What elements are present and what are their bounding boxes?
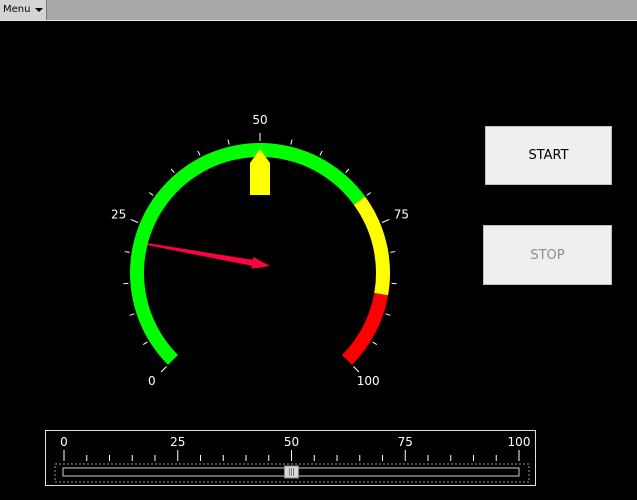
gauge-tick-20 — [124, 251, 130, 253]
gauge-tick-90 — [385, 313, 391, 316]
gauge-tick-55 — [290, 139, 293, 145]
slider-thumb[interactable] — [284, 465, 299, 479]
start-button[interactable]: START — [485, 126, 612, 185]
gauge-tick-5 — [142, 341, 148, 346]
gauge-label-50: 50 — [252, 113, 267, 127]
gauge-tick-75 — [381, 218, 390, 223]
slider-label-50: 50 — [284, 435, 299, 449]
gauge-label-75: 75 — [394, 207, 409, 221]
gauge-tick-25 — [130, 218, 139, 223]
gauge-needle — [147, 243, 270, 269]
gauge-tick-95 — [372, 341, 378, 346]
gauge-label-0: 0 — [148, 374, 156, 388]
slider-label-100: 100 — [508, 435, 531, 449]
gauge-label-100: 100 — [357, 374, 380, 388]
stop-button[interactable]: STOP — [483, 225, 612, 285]
slider-ticks — [63, 450, 520, 461]
gauge-tick-35 — [170, 168, 175, 173]
gauge-tick-65 — [345, 168, 350, 173]
gauge-tick-100 — [352, 365, 360, 373]
slider-label-0: 0 — [60, 435, 68, 449]
gauge-label-25: 25 — [111, 207, 126, 221]
gauge-tick-0 — [160, 365, 168, 373]
slider-labels: 0 25 50 75 100 — [60, 435, 530, 449]
gauge-tick-70 — [366, 192, 372, 196]
gauge-band-1 — [353, 196, 390, 296]
slider-panel: 0 25 50 75 100 — [45, 430, 536, 486]
gauge-tick-40 — [197, 150, 201, 156]
gauge-tick-30 — [148, 192, 154, 196]
gauge-tick-60 — [319, 150, 323, 156]
gauge-band-0 — [129, 142, 366, 365]
slider-label-75: 75 — [398, 435, 413, 449]
slider-label-25: 25 — [170, 435, 185, 449]
slider[interactable]: 0 25 50 75 100 — [46, 431, 537, 487]
gauge-band-2 — [342, 292, 389, 365]
gauge-tick-80 — [390, 251, 396, 253]
gauge-tick-45 — [227, 139, 230, 145]
gauge-tick-10 — [129, 313, 135, 316]
